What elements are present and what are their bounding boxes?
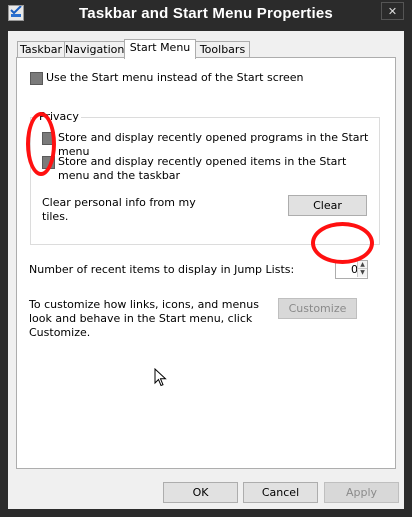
tab-toolbars[interactable]: Toolbars — [195, 41, 250, 58]
window-title: Taskbar and Start Menu Properties — [79, 5, 333, 22]
jump-lists-label: Number of recent items to display in Jum… — [29, 263, 295, 276]
dialog-client: Taskbar Navigation Start Menu Toolbars U… — [8, 31, 404, 509]
spin-down-icon[interactable]: ▼ — [357, 269, 367, 277]
recent-items-label: Store and display recently opened items … — [58, 155, 347, 182]
apply-button[interactable]: Apply — [324, 482, 399, 503]
clear-button[interactable]: Clear — [288, 195, 367, 216]
use-start-menu-label: Use the Start menu instead of the Start … — [46, 71, 304, 84]
annotation-circle — [311, 222, 374, 264]
cancel-button[interactable]: Cancel — [243, 482, 318, 503]
title-bar[interactable]: Taskbar and Start Menu Properties ✕ — [0, 0, 412, 32]
clear-info-label: Clear personal info from my tiles. — [42, 196, 196, 223]
properties-window: Taskbar and Start Menu Properties ✕ Task… — [0, 0, 412, 517]
use-start-menu-checkbox[interactable] — [30, 72, 43, 85]
spin-up-icon[interactable]: ▲ — [357, 261, 367, 269]
tab-navigation[interactable]: Navigation — [64, 41, 125, 58]
annotation-circle — [26, 112, 56, 176]
tab-taskbar[interactable]: Taskbar — [17, 41, 65, 58]
customize-description: To customize how links, icons, and menus… — [29, 298, 259, 339]
close-icon[interactable]: ✕ — [381, 2, 404, 20]
customize-button[interactable]: Customize — [278, 298, 357, 319]
ok-button[interactable]: OK — [163, 482, 238, 503]
tab-start-menu[interactable]: Start Menu — [124, 39, 196, 59]
mouse-cursor-icon — [154, 368, 167, 387]
